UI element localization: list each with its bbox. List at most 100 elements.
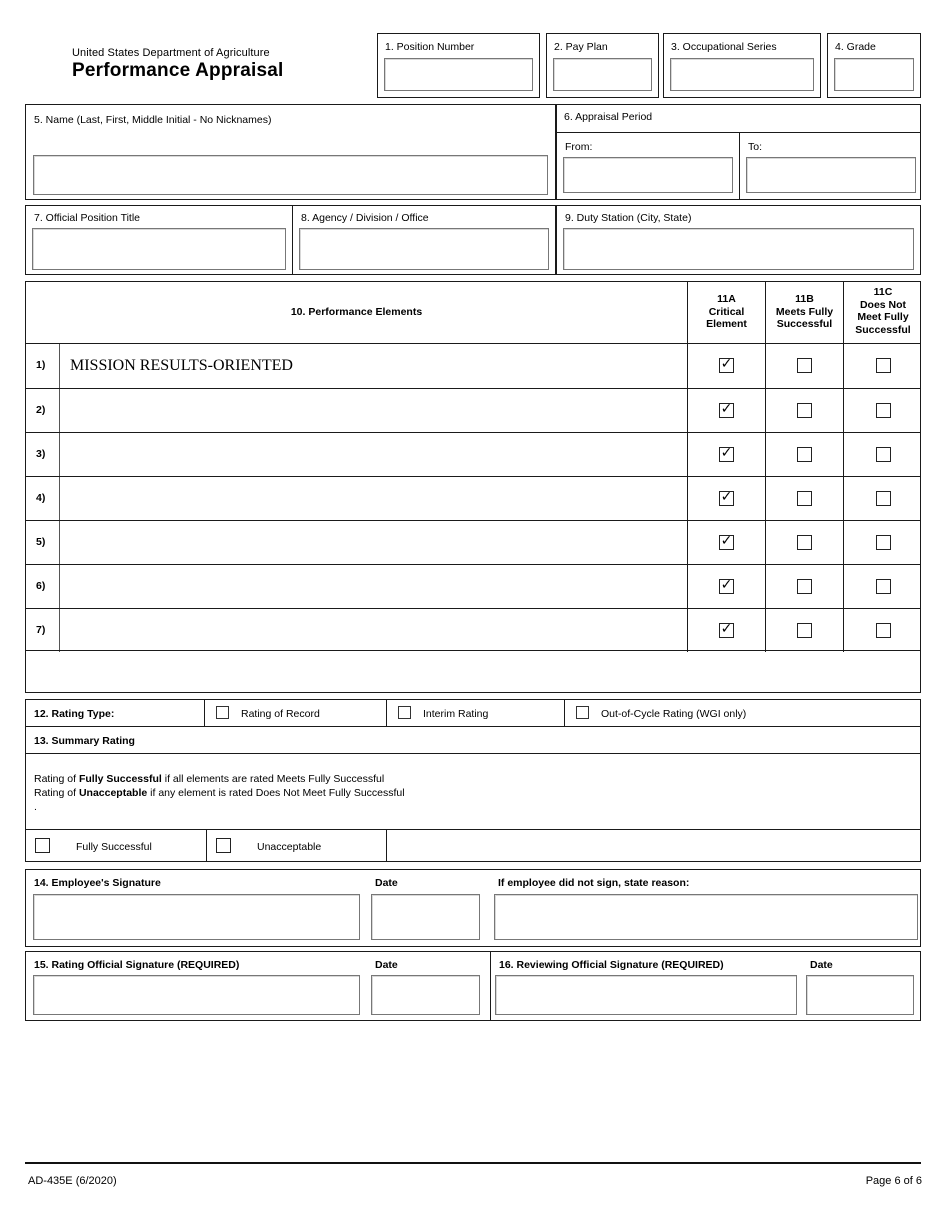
performance-element-text[interactable]	[59, 521, 687, 564]
column-header-11b: 11B Meets Fully Successful	[765, 282, 843, 344]
checkbox-11c-row-4[interactable]	[875, 491, 891, 506]
performance-element-text[interactable]: MISSION RESULTS-ORIENTED	[59, 344, 687, 388]
checkbox-cell-11a[interactable]: ✓	[687, 609, 765, 652]
occupational-series-cell: 3. Occupational Series	[663, 33, 821, 98]
from-date-input[interactable]	[563, 157, 733, 193]
checkbox-cell-11c[interactable]	[843, 433, 922, 476]
checkbox-cell-11a[interactable]: ✓	[687, 389, 765, 432]
appraisal-period-cell: 6. Appraisal Period From: To:	[556, 104, 921, 200]
appraisal-period-from-cell: From:	[557, 132, 740, 199]
checkbox-cell-11a[interactable]: ✓	[687, 344, 765, 388]
checkbox-cell-11b[interactable]	[765, 344, 843, 388]
summary-rating-blank-cell	[386, 830, 922, 861]
note1-pre: Rating of	[34, 773, 79, 785]
employee-signature-cell: 14. Employee's Signature	[26, 870, 367, 946]
check-icon: ✓	[720, 533, 733, 549]
rating-official-signature-input[interactable]	[33, 975, 360, 1015]
official-position-title-input[interactable]	[32, 228, 286, 270]
checkbox-cell-11c[interactable]	[843, 609, 922, 652]
pay-plan-cell: 2. Pay Plan	[546, 33, 659, 98]
pay-plan-input[interactable]	[553, 58, 652, 91]
performance-elements-table: 10. Performance Elements 11A Critical El…	[25, 281, 921, 693]
column-header-11a: 11A Critical Element	[687, 282, 765, 344]
checkbox-cell-11a[interactable]: ✓	[687, 521, 765, 564]
reviewing-official-date-input[interactable]	[806, 975, 914, 1015]
checkbox-11b-row-3[interactable]	[797, 447, 812, 462]
checkbox-cell-11b[interactable]	[765, 389, 843, 432]
rating-type-option-rating-of-record[interactable]: Rating of Record	[204, 700, 386, 726]
checkbox-11c-row-3[interactable]	[875, 447, 891, 462]
reviewing-official-signature-input[interactable]	[495, 975, 797, 1015]
performance-element-text[interactable]	[59, 433, 687, 476]
name-cell: 5. Name (Last, First, Middle Initial - N…	[25, 104, 556, 200]
summary-option-unacceptable[interactable]: Unacceptable	[206, 830, 386, 861]
checkbox-11b-row-6[interactable]	[797, 579, 812, 594]
no-sign-reason-label: If employee did not sign, state reason:	[498, 877, 690, 889]
checkbox-interim-rating[interactable]	[398, 706, 411, 719]
checkbox-11a-row-1[interactable]: ✓	[719, 356, 734, 373]
employee-signature-input[interactable]	[33, 894, 360, 940]
checkbox-11b-row-2[interactable]	[797, 403, 812, 418]
checkbox-cell-11c[interactable]	[843, 344, 922, 388]
checkbox-rating-of-record[interactable]	[216, 706, 229, 719]
performance-element-text[interactable]	[59, 565, 687, 608]
checkbox-11c-row-6[interactable]	[875, 579, 891, 594]
checkbox-cell-11b[interactable]	[765, 521, 843, 564]
checkbox-unacceptable[interactable]	[216, 838, 231, 853]
row-number: 3)	[36, 448, 46, 460]
official-signatures-row: 15. Rating Official Signature (REQUIRED)…	[25, 951, 921, 1021]
no-sign-reason-input[interactable]	[494, 894, 918, 940]
duty-station-input[interactable]	[563, 228, 914, 270]
checkbox-cell-11a[interactable]: ✓	[687, 477, 765, 520]
checkbox-cell-11c[interactable]	[843, 389, 922, 432]
row-number: 4)	[36, 492, 46, 504]
checkbox-11b-row-5[interactable]	[797, 535, 812, 550]
checkbox-11c-row-5[interactable]	[875, 535, 891, 550]
appraisal-period-to-cell: To:	[740, 132, 920, 199]
checkbox-cell-11c[interactable]	[843, 521, 922, 564]
checkbox-cell-11b[interactable]	[765, 609, 843, 652]
agency-division-office-input[interactable]	[299, 228, 549, 270]
performance-element-text[interactable]	[59, 609, 687, 652]
summary-note-line3: .	[34, 801, 37, 813]
name-label: 5. Name (Last, First, Middle Initial - N…	[34, 114, 272, 126]
to-date-input[interactable]	[746, 157, 916, 193]
occupational-series-input[interactable]	[670, 58, 814, 91]
checkbox-11c-row-1[interactable]	[875, 358, 891, 373]
rating-official-date-input[interactable]	[371, 975, 480, 1015]
position-number-input[interactable]	[384, 58, 533, 91]
checkbox-cell-11c[interactable]	[843, 477, 922, 520]
reviewing-official-date-cell: Date	[802, 952, 922, 1020]
checkbox-11b-row-4[interactable]	[797, 491, 812, 506]
name-input[interactable]	[33, 155, 548, 195]
checkbox-cell-11b[interactable]	[765, 433, 843, 476]
grade-input[interactable]	[834, 58, 914, 91]
from-label: From:	[565, 141, 593, 153]
checkbox-cell-11b[interactable]	[765, 477, 843, 520]
rating-type-option-out-of-cycle[interactable]: Out-of-Cycle Rating (WGI only)	[564, 700, 922, 726]
checkbox-cell-11a[interactable]: ✓	[687, 433, 765, 476]
checkbox-11b-row-1[interactable]	[797, 358, 812, 373]
table-row: 5) ✓	[26, 520, 920, 564]
checkbox-11a-row-3[interactable]: ✓	[719, 445, 734, 462]
check-icon: ✓	[720, 577, 733, 593]
employee-date-input[interactable]	[371, 894, 480, 940]
checkbox-11c-row-2[interactable]	[875, 403, 891, 418]
checkbox-fully-successful[interactable]	[35, 838, 50, 853]
checkbox-11c-row-7[interactable]	[875, 623, 891, 638]
performance-element-text[interactable]	[59, 477, 687, 520]
rating-type-option-interim-rating[interactable]: Interim Rating	[386, 700, 564, 726]
checkbox-11a-row-6[interactable]: ✓	[719, 577, 734, 594]
checkbox-11a-row-5[interactable]: ✓	[719, 533, 734, 550]
row-number: 1)	[36, 359, 46, 371]
checkbox-cell-11c[interactable]	[843, 565, 922, 608]
checkbox-cell-11b[interactable]	[765, 565, 843, 608]
checkbox-out-of-cycle-rating[interactable]	[576, 706, 589, 719]
checkbox-11b-row-7[interactable]	[797, 623, 812, 638]
checkbox-11a-row-2[interactable]: ✓	[719, 401, 734, 418]
performance-element-text[interactable]	[59, 389, 687, 432]
checkbox-11a-row-7[interactable]: ✓	[719, 621, 734, 638]
checkbox-cell-11a[interactable]: ✓	[687, 565, 765, 608]
checkbox-11a-row-4[interactable]: ✓	[719, 489, 734, 506]
summary-option-fully-successful[interactable]: Fully Successful	[26, 830, 206, 861]
